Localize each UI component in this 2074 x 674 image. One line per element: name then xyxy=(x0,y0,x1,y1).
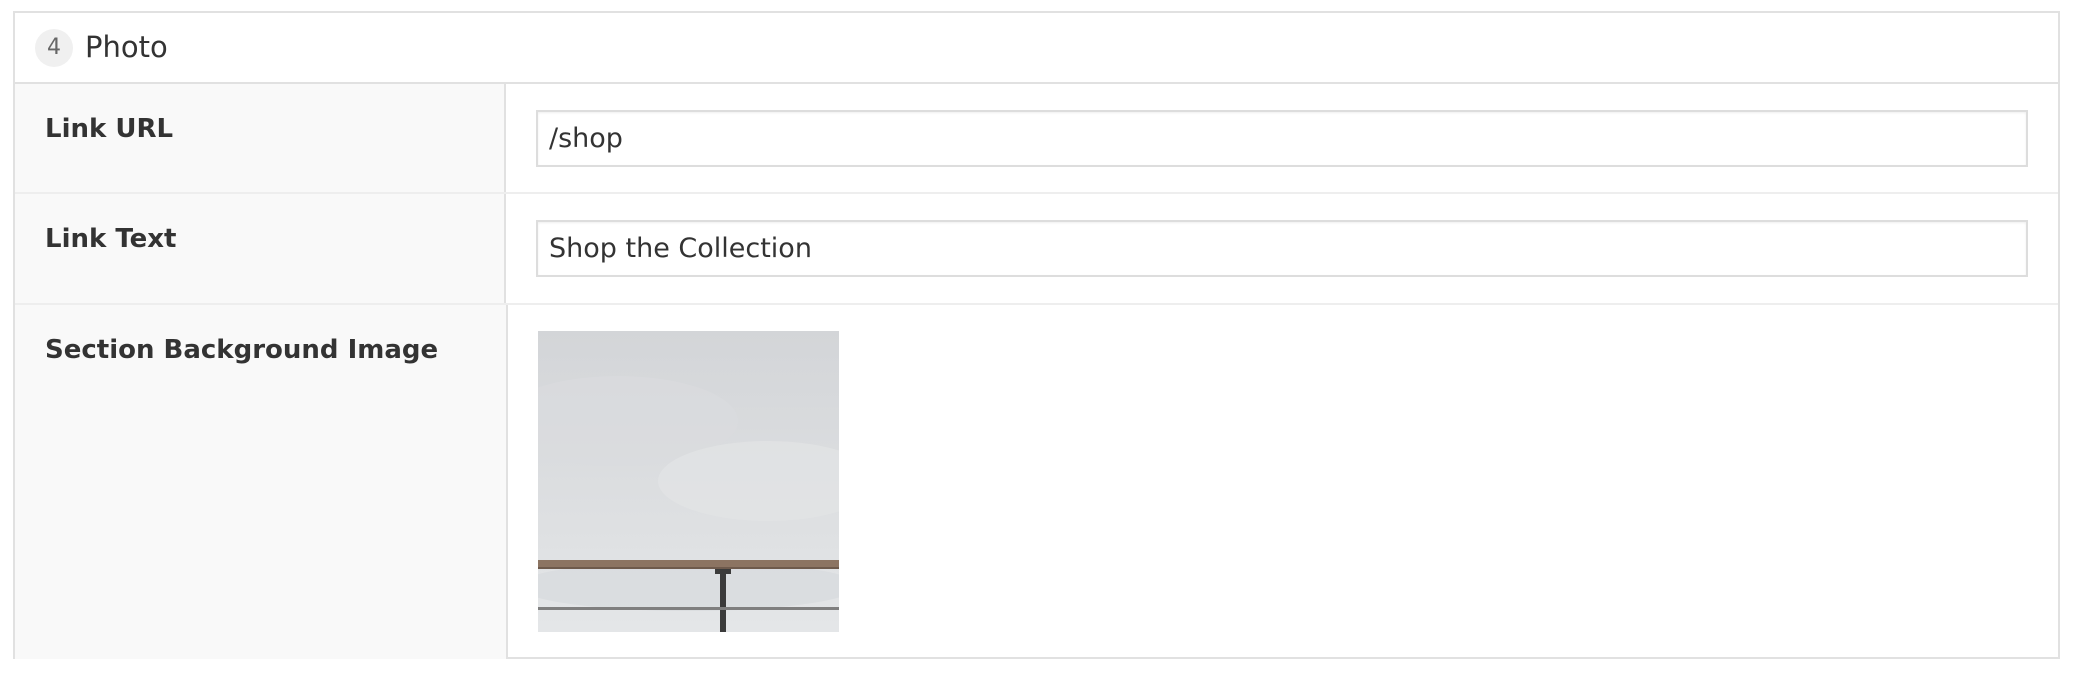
layout-order-badge[interactable]: 4 xyxy=(35,28,73,67)
field-input-wrap-link-text xyxy=(506,194,2058,303)
field-input-wrap-link-url xyxy=(506,84,2058,192)
layout-title: Photo xyxy=(85,30,168,64)
field-row-background-image: Section Background Image xyxy=(15,305,2058,659)
field-input-wrap-background-image xyxy=(508,305,2058,659)
field-label-link-url: Link URL xyxy=(15,84,506,192)
link-text-input[interactable] xyxy=(536,220,2028,277)
layout-header[interactable]: 4 Photo xyxy=(15,13,2058,84)
background-image-thumbnail[interactable] xyxy=(538,331,839,632)
field-label-link-text: Link Text xyxy=(15,194,506,303)
field-row-link-text: Link Text xyxy=(15,194,2058,305)
field-label-background-image: Section Background Image xyxy=(15,305,508,659)
field-row-link-url: Link URL xyxy=(15,84,2058,194)
flexible-content-layout: 4 Photo Link URL Link Text Section Backg… xyxy=(13,11,2060,659)
link-url-input[interactable] xyxy=(536,110,2028,167)
